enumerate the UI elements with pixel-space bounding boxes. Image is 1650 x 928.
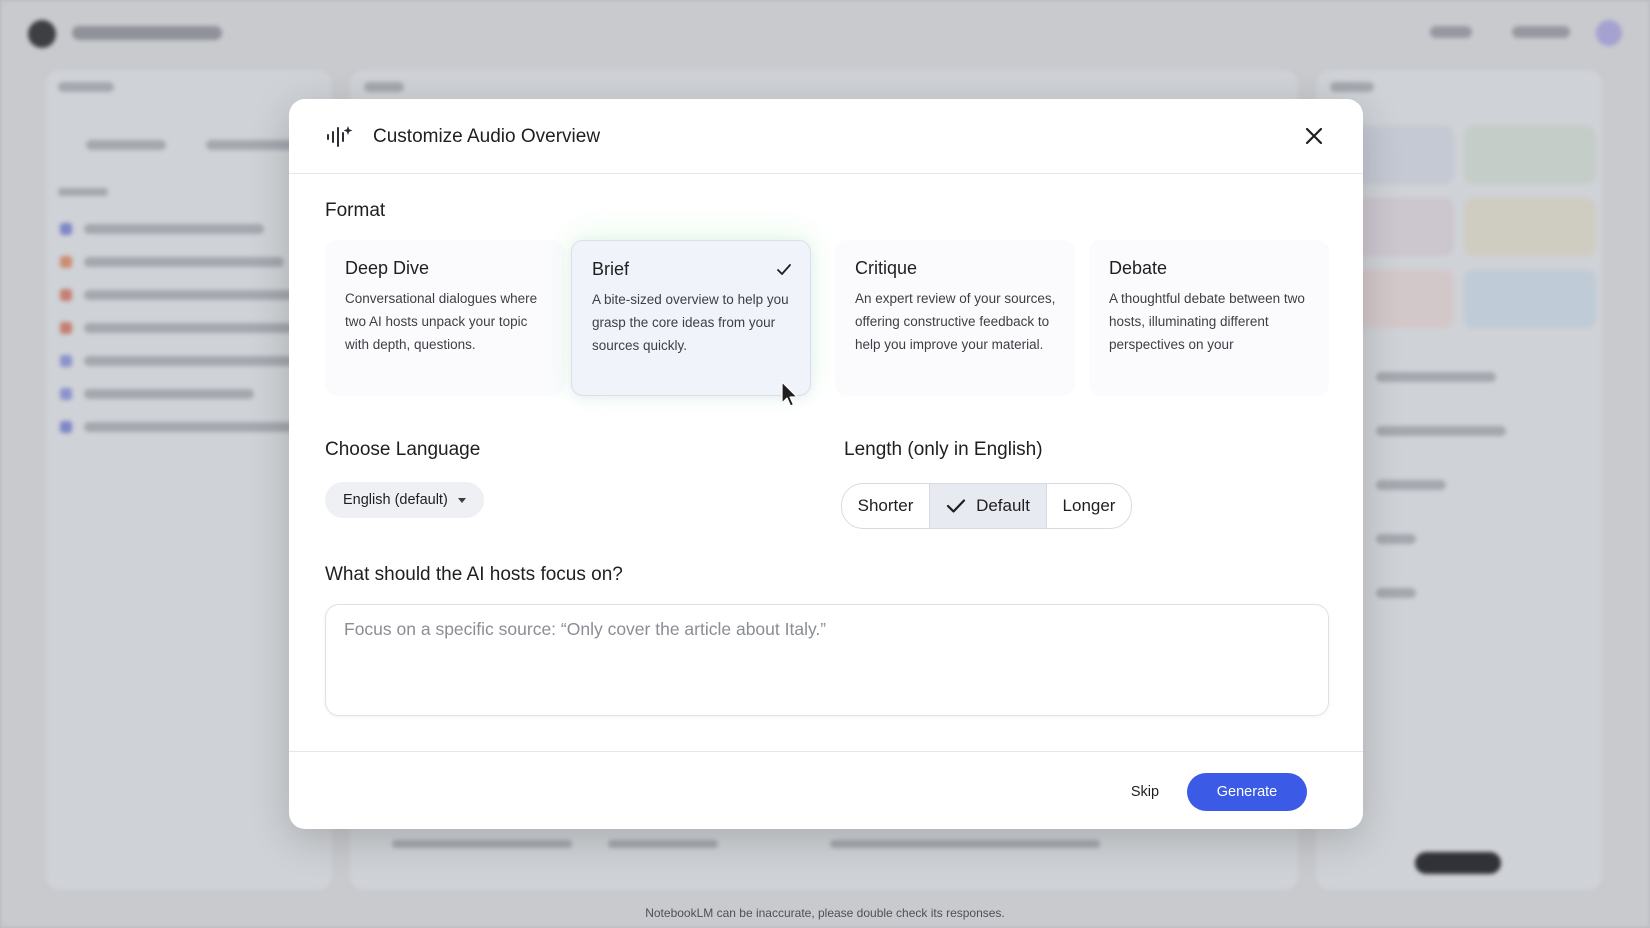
format-card-deep-dive[interactable]: Deep Dive Conversational dialogues where… — [325, 240, 565, 396]
language-label: Choose Language — [325, 439, 481, 460]
customize-audio-dialog: Customize Audio Overview Format Deep Div… — [289, 99, 1363, 829]
close-button[interactable] — [1299, 121, 1329, 151]
language-select[interactable]: English (default) — [325, 482, 484, 518]
length-segmented-control: Shorter Default Longer — [841, 483, 1132, 529]
focus-input-container — [325, 604, 1329, 716]
focus-label: What should the AI hosts focus on? — [325, 564, 623, 585]
skip-button[interactable]: Skip — [1117, 774, 1173, 810]
format-card-description: Conversational dialogues where two AI ho… — [345, 291, 538, 352]
length-option-shorter[interactable]: Shorter — [842, 484, 930, 528]
format-card-debate[interactable]: Debate A thoughtful debate between two h… — [1089, 240, 1329, 396]
dialog-footer: Skip Generate — [289, 751, 1363, 829]
check-icon — [777, 264, 791, 275]
length-option-longer[interactable]: Longer — [1047, 484, 1131, 528]
format-options: Deep Dive Conversational dialogues where… — [325, 240, 1329, 396]
format-card-critique[interactable]: Critique An expert review of your source… — [835, 240, 1075, 396]
length-option-label: Longer — [1062, 496, 1116, 515]
format-card-brief[interactable]: Brief A bite-sized overview to help you … — [571, 240, 811, 396]
length-option-label: Default — [976, 496, 1030, 515]
format-card-description: An expert review of your sources, offeri… — [855, 291, 1056, 352]
language-value: English (default) — [343, 492, 448, 508]
format-card-title: Brief — [592, 259, 630, 279]
generate-button[interactable]: Generate — [1187, 773, 1307, 811]
length-option-default[interactable]: Default — [930, 484, 1047, 528]
check-icon — [946, 499, 966, 513]
length-label: Length (only in English) — [844, 439, 1043, 460]
format-card-title: Debate — [1109, 258, 1168, 278]
mouse-cursor-icon — [781, 381, 798, 407]
format-card-description: A bite-sized overview to help you grasp … — [592, 292, 789, 353]
audio-sparkle-icon — [327, 126, 353, 147]
focus-input[interactable] — [326, 605, 1328, 715]
close-icon — [1305, 127, 1323, 145]
format-card-title: Critique — [855, 258, 918, 278]
format-label: Format — [325, 200, 386, 221]
dialog-title: Customize Audio Overview — [373, 126, 601, 147]
format-card-title: Deep Dive — [345, 258, 430, 278]
dialog-header: Customize Audio Overview — [289, 99, 1363, 174]
disclaimer-text: NotebookLM can be inaccurate, please dou… — [645, 906, 1005, 920]
format-card-description: A thoughtful debate between two hosts, i… — [1109, 291, 1305, 352]
length-option-label: Shorter — [857, 496, 914, 515]
dropdown-caret-icon — [457, 497, 466, 503]
